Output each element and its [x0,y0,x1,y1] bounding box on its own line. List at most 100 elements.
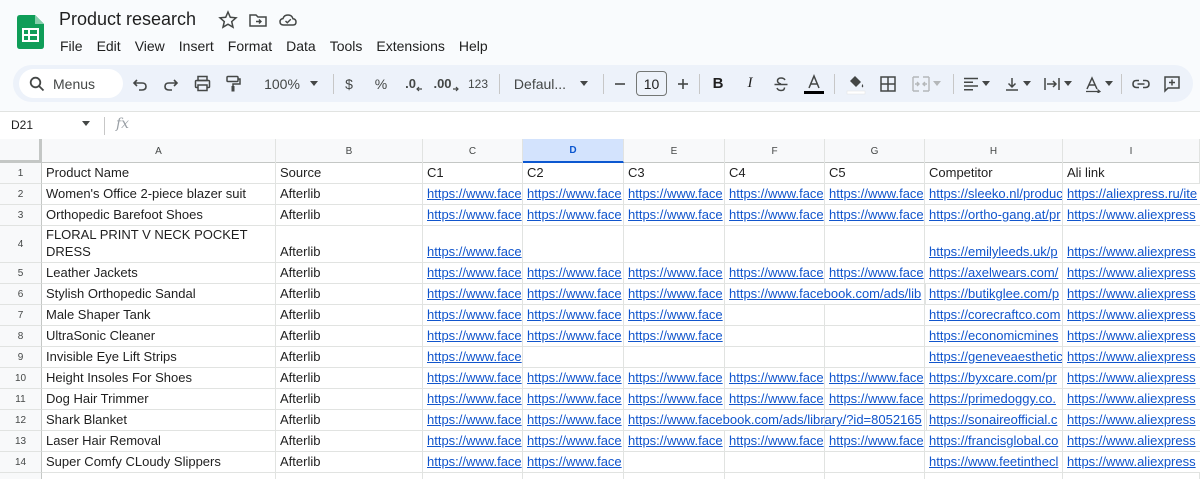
cell-f7[interactable] [725,305,825,326]
cell-g9[interactable] [825,347,925,368]
cell-e8[interactable]: https://www.face [624,326,725,347]
column-header-b[interactable]: B [276,139,423,163]
cell-d15[interactable] [523,473,624,479]
cell-i8[interactable]: https://www.aliexpress [1063,326,1200,347]
menu-view[interactable]: View [128,36,172,56]
document-title[interactable]: Product research [59,9,196,30]
cloud-status-icon[interactable] [278,10,298,30]
cell-d14[interactable]: https://www.face [523,452,624,473]
cell-e13[interactable]: https://www.face [624,431,725,452]
undo-button[interactable] [129,65,151,102]
row-header-5[interactable]: 5 [0,263,42,284]
menu-help[interactable]: Help [452,36,495,56]
cell-f2[interactable]: https://www.face [725,184,825,205]
cell-h3[interactable]: https://ortho-gang.at/pr [925,205,1063,226]
row-header-8[interactable]: 8 [0,326,42,347]
column-header-h[interactable]: H [925,139,1063,163]
cell-c7[interactable]: https://www.face [423,305,523,326]
cell-b6[interactable]: Afterlib [276,284,423,305]
cell-f11[interactable]: https://www.face [725,389,825,410]
cell-c10[interactable]: https://www.face [423,368,523,389]
merge-cells-button[interactable] [908,65,944,102]
cell-d1[interactable]: C2 [523,163,624,184]
cell-d8[interactable]: https://www.face [523,326,624,347]
cell-b8[interactable]: Afterlib [276,326,423,347]
cell-h14[interactable]: https://www.feetinthecl [925,452,1063,473]
row-header-6[interactable]: 6 [0,284,42,305]
print-button[interactable] [191,65,213,102]
cell-f3[interactable]: https://www.face [725,205,825,226]
cell-d3[interactable]: https://www.face [523,205,624,226]
cell-d5[interactable]: https://www.face [523,263,624,284]
cell-g7[interactable] [825,305,925,326]
row-header-14[interactable]: 14 [0,452,42,473]
cell-e12[interactable]: https://www.facebook.com/ads/library/?id… [624,410,927,431]
cell-b10[interactable]: Afterlib [276,368,423,389]
column-header-d[interactable]: D [523,139,624,163]
cell-i10[interactable]: https://www.aliexpress [1063,368,1200,389]
text-rotation-button[interactable] [1081,65,1115,102]
cell-b15[interactable] [276,473,423,479]
paint-format-button[interactable] [222,65,244,102]
row-header-7[interactable]: 7 [0,305,42,326]
cell-b4[interactable]: Afterlib [276,226,423,263]
cell-h7[interactable]: https://corecraftco.com [925,305,1063,326]
cell-b14[interactable]: Afterlib [276,452,423,473]
search-menus-button[interactable]: Menus [19,69,123,98]
text-wrapping-button[interactable] [1040,65,1074,102]
row-header-11[interactable]: 11 [0,389,42,410]
cell-a8[interactable]: UltraSonic Cleaner [42,326,276,347]
cell-g13[interactable]: https://www.face [825,431,925,452]
cell-g8[interactable] [825,326,925,347]
percent-format-button[interactable]: % [372,65,390,102]
menu-format[interactable]: Format [221,36,279,56]
cell-e4[interactable] [624,226,725,263]
cell-h10[interactable]: https://byxcare.com/pr [925,368,1063,389]
cell-d2[interactable]: https://www.face [523,184,624,205]
insert-comment-button[interactable] [1161,65,1183,102]
column-header-a[interactable]: A [42,139,276,163]
redo-button[interactable] [160,65,182,102]
decrease-decimal-button[interactable]: .0 [401,65,427,102]
cell-b5[interactable]: Afterlib [276,263,423,284]
cell-e1[interactable]: C3 [624,163,725,184]
cell-g14[interactable] [825,452,925,473]
cell-i13[interactable]: https://www.aliexpress [1063,431,1200,452]
text-color-button[interactable] [802,65,826,102]
cell-h2[interactable]: https://sleeko.nl/produc [925,184,1063,205]
cell-d11[interactable]: https://www.face [523,389,624,410]
cell-b9[interactable]: Afterlib [276,347,423,368]
cell-f13[interactable]: https://www.face [725,431,825,452]
bold-button[interactable]: B [708,65,728,102]
column-header-i[interactable]: I [1063,139,1200,163]
cell-b12[interactable]: Afterlib [276,410,423,431]
cell-c6[interactable]: https://www.face [423,284,523,305]
menu-extensions[interactable]: Extensions [369,36,451,56]
cell-c15[interactable] [423,473,523,479]
cell-e7[interactable]: https://www.face [624,305,725,326]
name-box[interactable]: D21 [11,118,33,132]
cell-f5[interactable]: https://www.face [725,263,825,284]
font-size-input[interactable]: 10 [636,71,667,96]
menu-tools[interactable]: Tools [323,36,370,56]
increase-font-size-button[interactable] [674,65,692,102]
menu-data[interactable]: Data [279,36,323,56]
cell-e10[interactable]: https://www.face [624,368,725,389]
cell-c4[interactable]: https://www.face [423,226,523,263]
cell-a7[interactable]: Male Shaper Tank [42,305,276,326]
cell-g3[interactable]: https://www.face [825,205,925,226]
row-header-2[interactable]: 2 [0,184,42,205]
cell-h13[interactable]: https://francisglobal.co [925,431,1063,452]
cell-a12[interactable]: Shark Blanket [42,410,276,431]
horizontal-align-button[interactable] [960,65,992,102]
cell-i14[interactable]: https://www.aliexpress [1063,452,1200,473]
cell-c14[interactable]: https://www.face [423,452,523,473]
cell-i5[interactable]: https://www.aliexpress [1063,263,1200,284]
row-header-9[interactable]: 9 [0,347,42,368]
cell-a5[interactable]: Leather Jackets [42,263,276,284]
vertical-align-button[interactable] [1001,65,1033,102]
cell-g15[interactable] [825,473,925,479]
cell-d6[interactable]: https://www.face [523,284,624,305]
cell-i4[interactable]: https://www.aliexpress [1063,226,1200,263]
move-to-folder-icon[interactable] [248,10,268,30]
